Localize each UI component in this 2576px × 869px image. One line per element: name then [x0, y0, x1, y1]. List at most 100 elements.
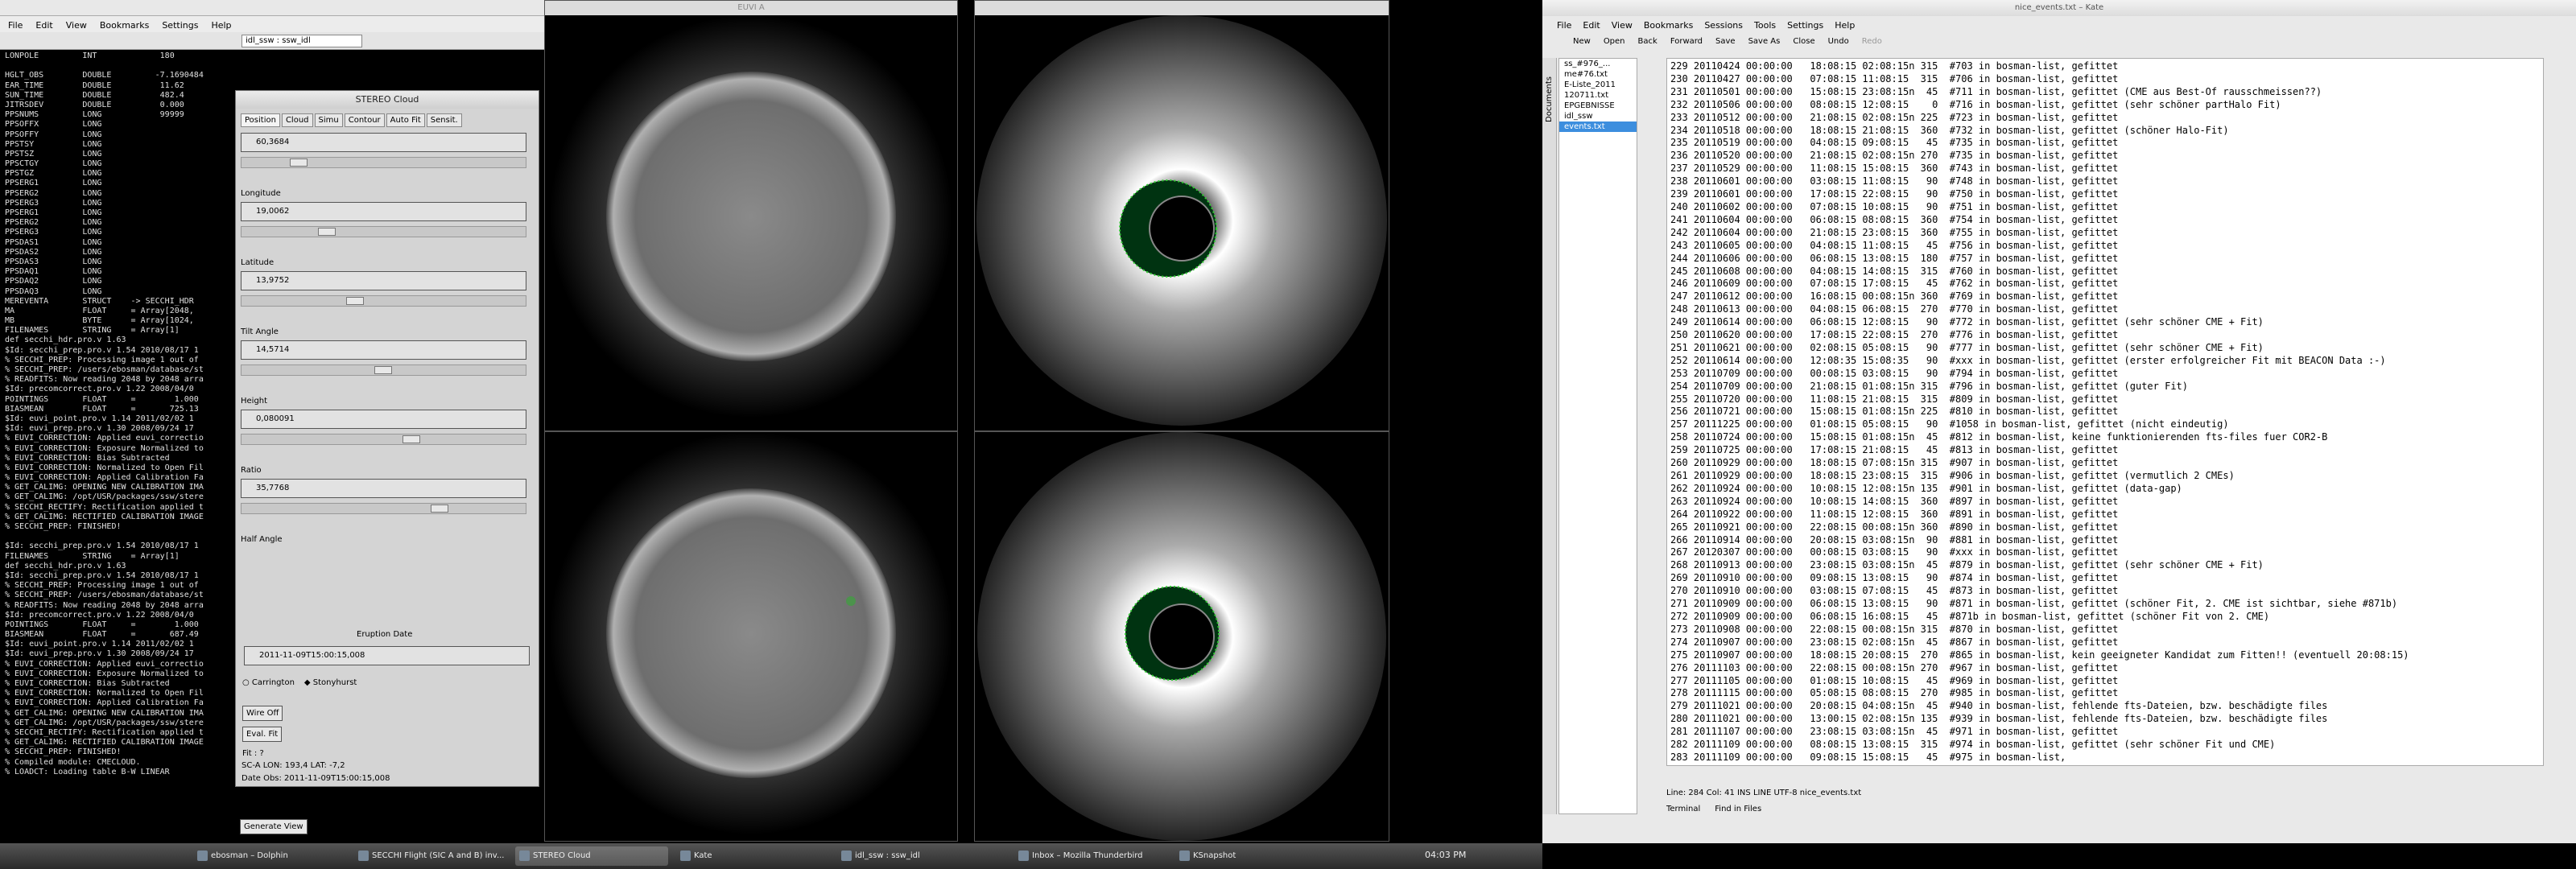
eval-fit-button[interactable]: Eval. Fit	[242, 727, 283, 742]
slider-thumb[interactable]	[318, 228, 336, 236]
wire-off-button[interactable]: Wire Off	[242, 706, 283, 721]
carrington-radio[interactable]: ○ Carrington	[242, 678, 295, 687]
task-ksnapshot[interactable]: KSnapshot	[1175, 846, 1296, 866]
kate-toolbar-button[interactable]: Redo	[1862, 37, 1882, 50]
editor-text[interactable]: 229 20110424 00:00:00 18:08:15 02:08:15n…	[1670, 60, 2409, 764]
kate-menubar: File Edit View Bookmarks Sessions Tools Settin…	[1542, 16, 2576, 32]
documents-side-tab-label: Documents	[1545, 76, 1554, 122]
euvi-a-image[interactable]	[545, 15, 957, 430]
editor-line: 254 20110709 00:00:00 21:08:15 01:08:15n…	[1670, 380, 2188, 392]
cor2-a-window	[974, 0, 1389, 431]
kate-toolbar-button[interactable]: Undo	[1828, 37, 1849, 50]
field-input[interactable]: 0,080091	[241, 410, 526, 429]
terminal-titlebar[interactable]	[0, 0, 544, 16]
terminal-menu-item[interactable]: View	[66, 20, 87, 31]
field-input[interactable]: 14,5714	[241, 340, 526, 360]
terminal-menu-item[interactable]: Settings	[162, 20, 198, 31]
eruption-date-input[interactable]: 2011-11-09T15:00:15,008	[244, 646, 530, 665]
kate-menu-item[interactable]: Sessions	[1704, 20, 1743, 31]
dialog-tab[interactable]: Position	[241, 113, 280, 127]
document-tree-item[interactable]: 120711.txt	[1559, 90, 1637, 101]
task-thunderbird[interactable]: Inbox – Mozilla Thunderbird	[1014, 846, 1167, 866]
kate-toolbar-button[interactable]: Close	[1793, 37, 1814, 50]
kate-menu-item[interactable]: File	[1557, 20, 1571, 31]
task-kate[interactable]: Kate	[676, 846, 829, 866]
editor-line: 259 20110725 00:00:00 17:08:15 21:08:15 …	[1670, 444, 2119, 456]
cor2-window-title[interactable]	[975, 1, 1389, 15]
editor-line: 234 20110518 00:00:00 18:08:15 21:08:15 …	[1670, 124, 2229, 136]
stonyhurst-radio[interactable]: ◆ Stonyhurst	[304, 678, 357, 687]
field-slider[interactable]	[241, 157, 526, 168]
clock[interactable]: 04:03 PM	[1425, 850, 1466, 860]
terminal-tool-tab[interactable]: Terminal	[1666, 805, 1700, 813]
field-label: Longitude	[241, 189, 281, 198]
kate-title[interactable]: nice_events.txt – Kate	[1542, 0, 2576, 16]
dialog-tab[interactable]: Auto Fit	[386, 113, 425, 127]
kate-menu-item[interactable]: Settings	[1787, 20, 1823, 31]
document-tree-item[interactable]: ss_#976_...	[1559, 59, 1637, 69]
dialog-tabs: Position Cloud Simu Contour Auto Fit Sensit.	[241, 113, 462, 127]
kate-toolbar-button[interactable]: Save As	[1748, 37, 1781, 50]
terminal-menu-item[interactable]: Bookmarks	[100, 20, 149, 31]
euvi-a-window: EUVI A	[544, 0, 958, 431]
documents-side-tab[interactable]: Documents	[1542, 58, 1557, 814]
kate-statusbar: Line: 284 Col: 41 INS LINE UTF-8 nice_ev…	[1666, 789, 1862, 797]
kate-menu-item[interactable]: Edit	[1583, 20, 1600, 31]
kate-toolbar-button[interactable]: New	[1573, 37, 1591, 50]
field-input[interactable]: 35,7768	[241, 479, 526, 498]
dialog-tab[interactable]: Simu	[314, 113, 343, 127]
field-slider[interactable]	[241, 434, 526, 445]
kate-toolbar-button[interactable]: Back	[1638, 37, 1657, 50]
kate-toolbar-button[interactable]: Open	[1604, 37, 1625, 50]
task-secchi-browser[interactable]: SECCHI Flight (SIC A and B) inv...	[354, 846, 507, 866]
field-slider[interactable]	[241, 295, 526, 307]
slider-thumb[interactable]	[431, 505, 448, 513]
editor-line: 258 20110724 00:00:00 15:08:15 01:08:15n…	[1670, 431, 2328, 443]
terminal-tab-label[interactable]: idl_ssw : ssw_idl	[242, 35, 362, 47]
kate-toolbar-button[interactable]: Save	[1715, 37, 1736, 50]
field-input[interactable]: 13,9752	[241, 271, 526, 290]
task-stereo-cloud[interactable]: STEREO Cloud	[515, 846, 668, 866]
dialog-title[interactable]: STEREO Cloud	[236, 91, 539, 109]
kate-menu-item[interactable]: Tools	[1754, 20, 1776, 31]
dialog-tab[interactable]: Contour	[344, 113, 385, 127]
field-slider[interactable]	[241, 226, 526, 237]
editor-line: 261 20110929 00:00:00 18:08:15 23:08:15 …	[1670, 470, 2235, 481]
kate-menu-item[interactable]: View	[1612, 20, 1633, 31]
editor-line: 278 20111115 00:00:00 05:08:15 08:08:15 …	[1670, 687, 2119, 699]
cor2-a-image[interactable]	[975, 15, 1389, 430]
terminal-menu-item[interactable]: File	[8, 20, 23, 31]
editor-line: 283 20111109 00:00:00 09:08:15 15:08:15 …	[1670, 751, 2066, 763]
terminal-menu-item[interactable]: Help	[211, 20, 231, 31]
text-editor[interactable]: 229 20110424 00:00:00 18:08:15 02:08:15n…	[1666, 58, 2544, 766]
euvi-b-image[interactable]	[545, 432, 957, 841]
slider-thumb[interactable]	[346, 297, 364, 305]
generate-view-button[interactable]: Generate View	[240, 819, 308, 834]
document-tree-item[interactable]: idl_ssw	[1559, 111, 1637, 121]
terminal-menu-item[interactable]: Edit	[35, 20, 52, 31]
dialog-tab[interactable]: Sensit.	[426, 113, 462, 127]
euvi-window-title[interactable]: EUVI A	[545, 1, 957, 15]
document-tree-item[interactable]: E-Liste_2011	[1559, 80, 1637, 90]
dialog-tab[interactable]: Cloud	[281, 113, 313, 127]
document-tree-item[interactable]: EPGEBNISSE	[1559, 101, 1637, 111]
task-terminal[interactable]: idl_ssw : ssw_idl	[837, 846, 990, 866]
slider-thumb[interactable]	[374, 366, 392, 374]
kate-menu-item[interactable]: Bookmarks	[1644, 20, 1693, 31]
document-tree-item[interactable]: me#76.txt	[1559, 69, 1637, 80]
slider-thumb[interactable]	[402, 435, 420, 443]
cor2-b-image[interactable]	[975, 432, 1389, 841]
find-in-files-tool-tab[interactable]: Find in Files	[1715, 805, 1761, 813]
editor-line: 250 20110620 00:00:00 17:08:15 22:08:15 …	[1670, 329, 2119, 341]
task-dolphin[interactable]: ebosman – Dolphin	[193, 846, 346, 866]
position-panel: 60,3684 Longitude 19,0062 Latitude 13,9752 Ti…	[241, 133, 534, 664]
slider-thumb[interactable]	[290, 159, 308, 167]
kate-menu-item[interactable]: Help	[1835, 20, 1855, 31]
field-slider[interactable]	[241, 364, 526, 376]
field-input[interactable]: 19,0062	[241, 202, 526, 221]
field-slider[interactable]	[241, 503, 526, 514]
document-tree-item[interactable]: events.txt	[1559, 121, 1637, 132]
field-label: Height	[241, 397, 268, 406]
kate-toolbar-button[interactable]: Forward	[1670, 37, 1703, 50]
field-input[interactable]: 60,3684	[241, 133, 526, 152]
